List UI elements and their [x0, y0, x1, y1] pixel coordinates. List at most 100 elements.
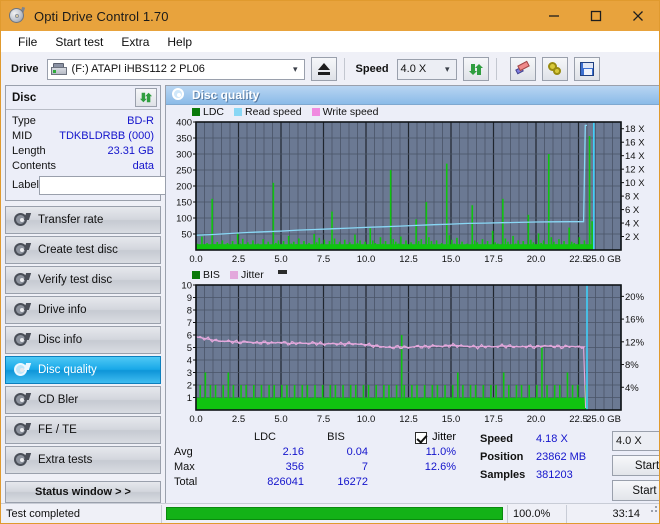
legend-bis: BIS	[192, 269, 220, 281]
sidebar-item-label: CD Bler	[38, 394, 78, 406]
sidebar-item-disc-info[interactable]: Disc info	[5, 326, 161, 354]
disc-type-label: Type	[12, 115, 36, 127]
disc-row-length: Length 23.31 GB	[12, 143, 154, 158]
menu-help[interactable]: Help	[158, 33, 201, 51]
sidebar-item-verify-test-disc[interactable]: Verify test disc	[5, 266, 161, 294]
svg-text:6 X: 6 X	[625, 205, 640, 216]
toolbar-divider	[496, 58, 497, 80]
refresh-button[interactable]	[463, 57, 489, 81]
svg-text:7.5: 7.5	[317, 414, 330, 425]
svg-text:350: 350	[176, 134, 192, 145]
ldc-chart-legend: LDC Read speed Write speed	[166, 105, 660, 118]
sidebar-item-label: FE / TE	[38, 424, 77, 436]
sidebar-item-extra-tests[interactable]: Extra tests	[5, 446, 161, 474]
svg-text:2.5: 2.5	[232, 254, 245, 265]
eject-button[interactable]	[311, 57, 337, 81]
sidebar-item-label: Disc info	[38, 334, 82, 346]
menu-start-test[interactable]: Start test	[46, 33, 112, 51]
svg-text:16%: 16%	[625, 315, 645, 326]
disc-info-title: Disc	[12, 92, 36, 104]
disc-length-label: Length	[12, 145, 46, 157]
stats-avg-jitter: 11.0%	[382, 445, 456, 460]
start-full-button[interactable]: Start full	[612, 455, 660, 476]
svg-text:18 X: 18 X	[625, 124, 645, 135]
legend-swatch-write-speed	[312, 108, 320, 116]
disc-info-rows: Type BD-R MID TDKBLDRBB (000) Length 23.…	[6, 110, 160, 200]
chevron-down-icon: ▾	[441, 64, 454, 75]
disc-quality-panel: Disc quality LDC Read speed	[165, 85, 660, 520]
samples-readout-label: Samples	[480, 466, 536, 484]
bis-chart-legend: BIS Jitter	[166, 268, 660, 281]
minimize-icon[interactable]	[533, 1, 575, 31]
ldc-plot[interactable]: 501001502002503003504002 X4 X6 X8 X10 X1…	[166, 118, 660, 266]
maximize-icon[interactable]	[575, 1, 617, 31]
readout-position: Position 23862 MB	[480, 448, 612, 466]
start-part-button[interactable]: Start part	[612, 480, 660, 501]
legend-swatch-bis	[192, 271, 200, 279]
svg-text:20%: 20%	[625, 292, 645, 303]
application-window: Opti Drive Control 1.70 File Start test …	[0, 0, 660, 524]
disc-icon	[14, 213, 29, 228]
svg-text:10.0: 10.0	[357, 414, 376, 425]
status-window-button[interactable]: Status window > >	[5, 481, 161, 503]
svg-text:200: 200	[176, 182, 192, 193]
svg-text:5: 5	[187, 343, 192, 354]
save-button[interactable]	[574, 57, 600, 81]
svg-text:8 X: 8 X	[625, 192, 640, 203]
speed-readout-label: Speed	[480, 430, 536, 448]
menu-extra[interactable]: Extra	[112, 33, 158, 51]
sidebar: Disc Type BD-R MID TDKB	[5, 85, 161, 520]
stats-total-bis: 16272	[304, 475, 368, 490]
disc-type-value: BD-R	[127, 115, 154, 127]
progress-bar	[166, 507, 503, 520]
menu-file[interactable]: File	[9, 33, 46, 51]
jitter-checkbox[interactable]	[415, 432, 427, 444]
stats-spacer	[368, 460, 382, 475]
legend-swatch-ldc	[192, 108, 200, 116]
disc-row-mid: MID TDKBLDRBB (000)	[12, 128, 154, 143]
sidebar-item-label: Transfer rate	[38, 214, 103, 226]
test-speed-select[interactable]: 4.0 X ▾	[612, 431, 660, 451]
sidebar-item-label: Disc quality	[38, 364, 97, 376]
disc-icon	[14, 393, 29, 408]
disc-quality-pane: Disc quality LDC Read speed	[165, 85, 660, 520]
stats-row-max-label: Max	[174, 460, 226, 475]
disc-length-value: 23.31 GB	[108, 145, 154, 157]
stats-header-jitter-cell: Jitter	[382, 430, 456, 445]
svg-text:14 X: 14 X	[625, 151, 645, 162]
legend-label-read-speed: Read speed	[245, 106, 302, 118]
drive-select[interactable]: (F:) ATAPI iHBS112 2 PL06 ▾	[47, 59, 305, 80]
svg-text:17.5: 17.5	[484, 254, 503, 265]
sidebar-item-fe-te[interactable]: FE / TE	[5, 416, 161, 444]
svg-text:8: 8	[187, 306, 192, 317]
disc-quality-header: Disc quality	[166, 86, 660, 105]
close-icon[interactable]	[617, 1, 659, 31]
sidebar-item-create-test-disc[interactable]: Create test disc	[5, 236, 161, 264]
settings-button[interactable]	[542, 57, 568, 81]
bis-plot[interactable]: 123456789104%8%12%16%20%0.02.55.07.510.0…	[166, 281, 660, 426]
stats-header-jitter: Jitter	[432, 430, 456, 445]
disc-icon	[14, 333, 29, 348]
stats-spacer	[368, 430, 382, 445]
disc-icon	[14, 423, 29, 438]
svg-text:7.5: 7.5	[317, 254, 330, 265]
svg-text:5.0: 5.0	[274, 414, 287, 425]
sidebar-item-disc-quality[interactable]: Disc quality	[5, 356, 161, 384]
svg-text:300: 300	[176, 150, 192, 161]
svg-text:150: 150	[176, 198, 192, 209]
readout-samples: Samples 381203	[480, 466, 612, 484]
ldc-chart-container: LDC Read speed Write speed 5010015020025…	[166, 105, 660, 266]
stats-spacer	[368, 445, 382, 460]
stats-max-jitter: 12.6%	[382, 460, 456, 475]
speed-select[interactable]: 4.0 X ▾	[397, 59, 457, 80]
position-readout-value: 23862 MB	[536, 448, 612, 466]
sidebar-item-cd-bler[interactable]: CD Bler	[5, 386, 161, 414]
sidebar-item-drive-info[interactable]: Drive info	[5, 296, 161, 324]
svg-text:2 X: 2 X	[625, 232, 640, 243]
erase-button[interactable]	[510, 57, 536, 81]
stats-avg-ldc: 2.16	[226, 445, 304, 460]
sidebar-item-transfer-rate[interactable]: Transfer rate	[5, 206, 161, 234]
svg-text:25.0 GB: 25.0 GB	[586, 414, 621, 425]
test-nav-list: Transfer rate Create test disc Verify te…	[5, 206, 161, 474]
disc-refresh-button[interactable]	[135, 88, 157, 107]
